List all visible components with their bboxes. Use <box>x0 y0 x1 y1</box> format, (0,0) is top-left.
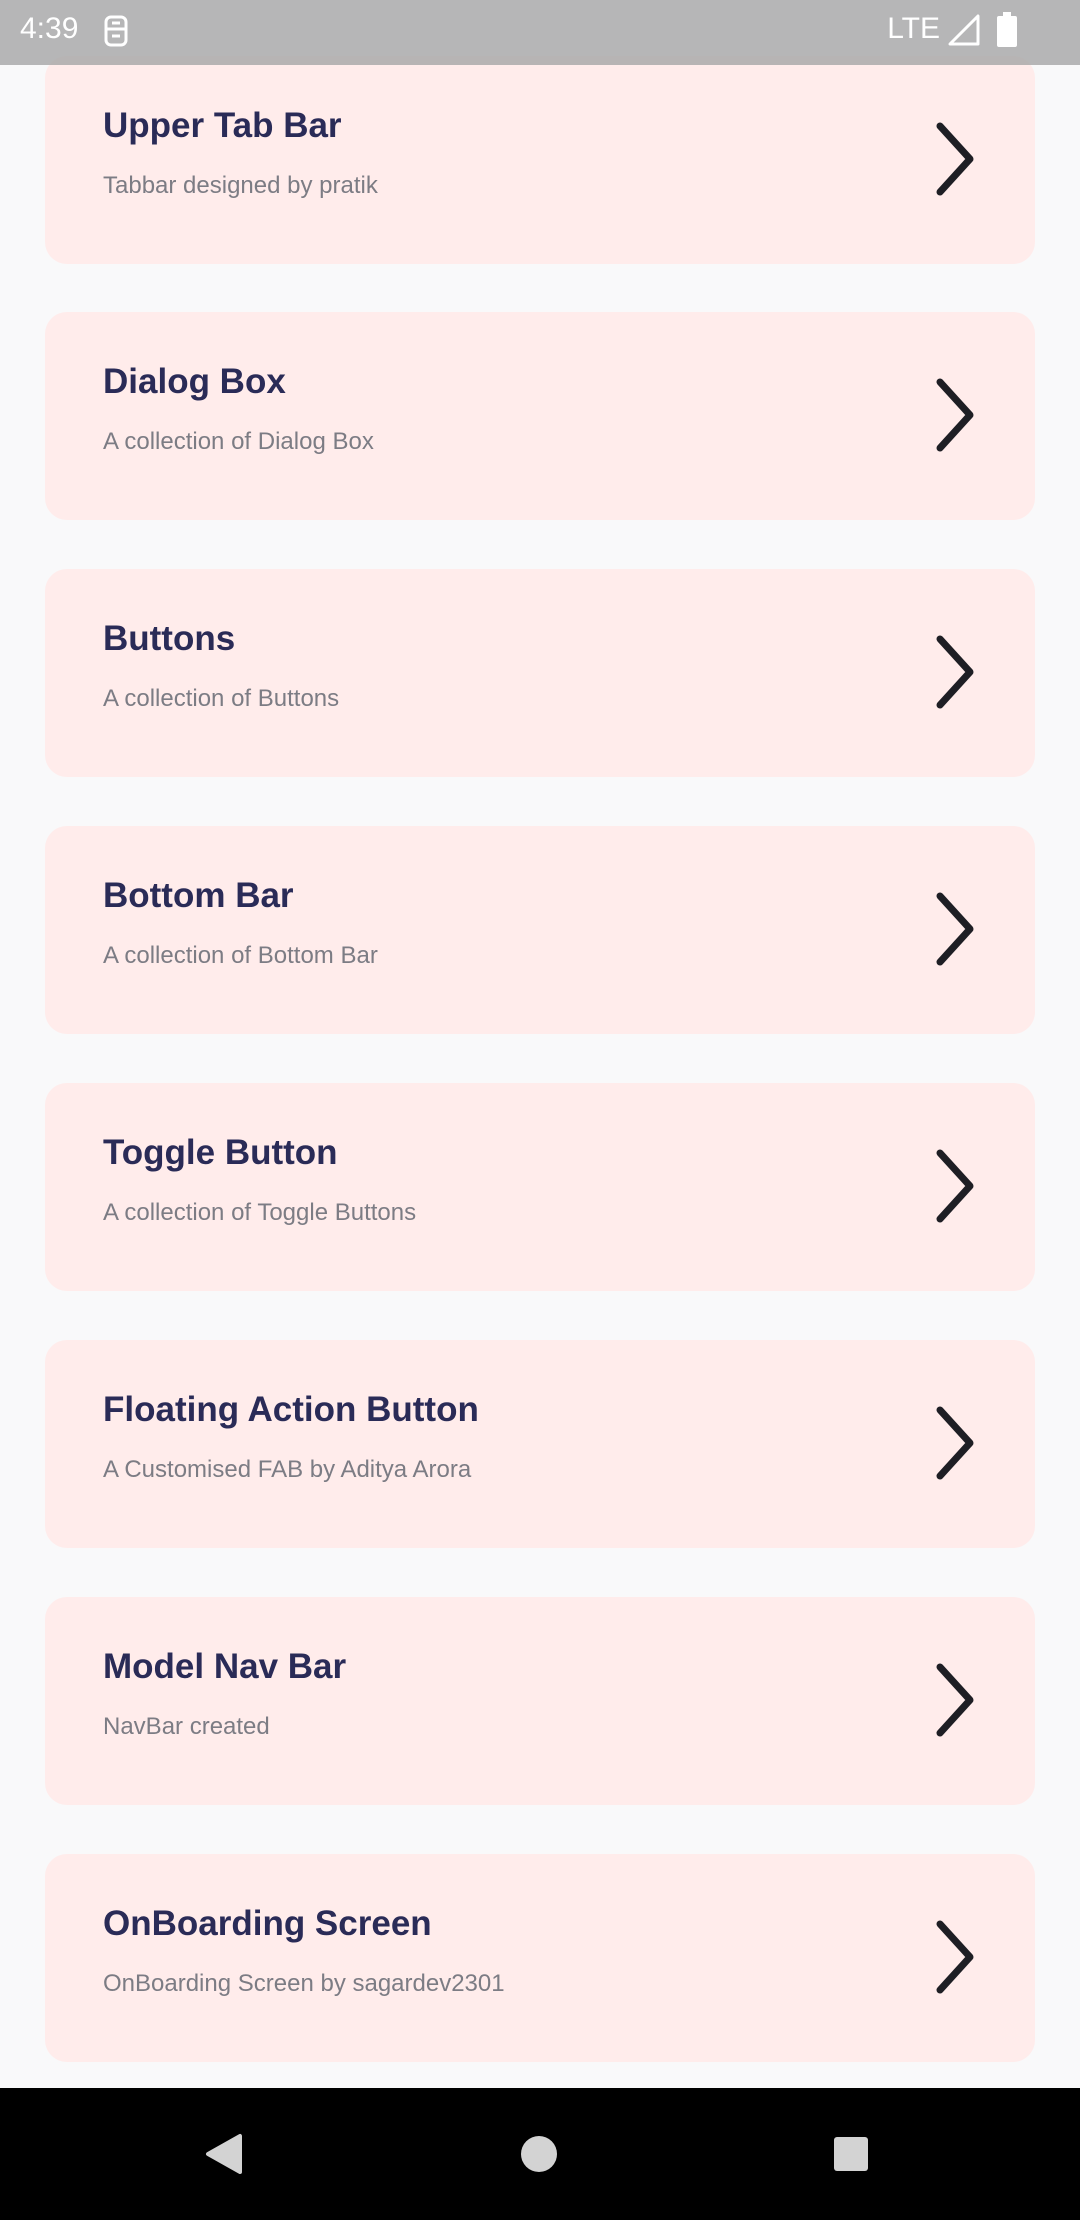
list-item-onboarding-screen[interactable]: OnBoarding Screen OnBoarding Screen by s… <box>45 1854 1035 2062</box>
chevron-right-icon[interactable] <box>910 884 1000 974</box>
item-title: Dialog Box <box>103 362 286 401</box>
list-item-floating-action-button[interactable]: Floating Action Button A Customised FAB … <box>45 1340 1035 1548</box>
home-icon[interactable] <box>511 2126 567 2182</box>
back-icon[interactable] <box>196 2126 252 2182</box>
item-subtitle: A collection of Dialog Box <box>103 428 374 455</box>
list-item-bottom-bar[interactable]: Bottom Bar A collection of Bottom Bar <box>45 826 1035 1034</box>
status-time: 4:39 <box>20 12 79 45</box>
item-title: Floating Action Button <box>103 1390 479 1429</box>
item-subtitle: A collection of Toggle Buttons <box>103 1199 417 1226</box>
chevron-right-icon[interactable] <box>910 1912 1000 2002</box>
item-title: OnBoarding Screen <box>103 1904 432 1943</box>
battery-icon <box>997 12 1017 47</box>
item-title: Bottom Bar <box>103 876 294 915</box>
signal-icon <box>948 14 980 46</box>
item-subtitle: A collection of Bottom Bar <box>103 942 378 969</box>
list-item-dialog-box[interactable]: Dialog Box A collection of Dialog Box <box>45 312 1035 520</box>
chevron-right-icon[interactable] <box>910 627 1000 717</box>
item-title: Upper Tab Bar <box>103 106 342 145</box>
item-title: Buttons <box>103 619 236 658</box>
item-subtitle: Tabbar designed by pratik <box>103 172 378 199</box>
component-list[interactable]: Upper Tab Bar Tabbar designed by pratik … <box>0 0 1080 2088</box>
sim-card-icon <box>104 15 128 47</box>
system-navigation-bar <box>0 2088 1080 2220</box>
item-subtitle: OnBoarding Screen by sagardev2301 <box>103 1970 505 1997</box>
list-item-model-nav-bar[interactable]: Model Nav Bar NavBar created <box>45 1597 1035 1805</box>
item-subtitle: A Customised FAB by Aditya Arora <box>103 1456 472 1483</box>
list-item-upper-tab-bar[interactable]: Upper Tab Bar Tabbar designed by pratik <box>45 56 1035 264</box>
chevron-right-icon[interactable] <box>910 114 1000 204</box>
item-subtitle: NavBar created <box>103 1713 270 1740</box>
item-title: Model Nav Bar <box>103 1647 347 1686</box>
chevron-right-icon[interactable] <box>910 1398 1000 1488</box>
chevron-right-icon[interactable] <box>910 1141 1000 1231</box>
list-item-buttons[interactable]: Buttons A collection of Buttons <box>45 569 1035 777</box>
item-subtitle: A collection of Buttons <box>103 685 340 712</box>
list-item-toggle-button[interactable]: Toggle Button A collection of Toggle But… <box>45 1083 1035 1291</box>
status-bar: 4:39 LTE <box>0 0 1080 65</box>
chevron-right-icon[interactable] <box>910 370 1000 460</box>
chevron-right-icon[interactable] <box>910 1655 1000 1745</box>
recents-icon[interactable] <box>823 2126 879 2182</box>
item-title: Toggle Button <box>103 1133 338 1172</box>
network-type: LTE <box>887 12 940 45</box>
